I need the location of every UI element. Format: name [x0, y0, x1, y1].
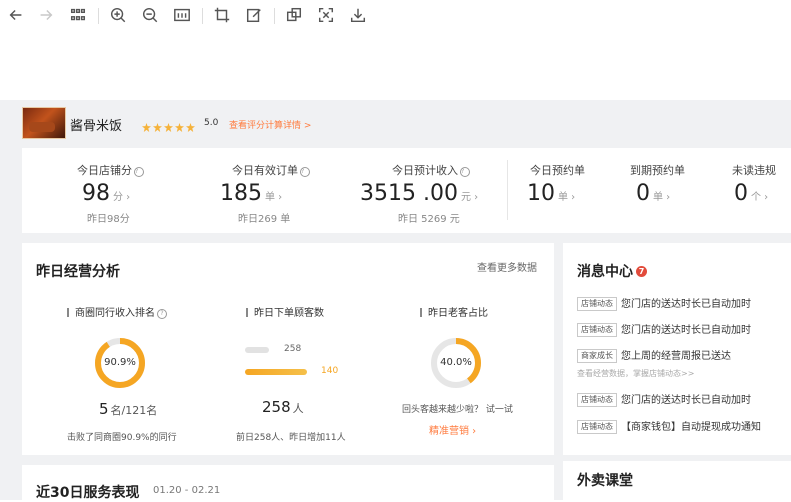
- help-icon[interactable]: ?: [300, 167, 310, 177]
- message-item[interactable]: 店铺动态 您门店的送达时长已自动加时: [577, 295, 751, 311]
- kpi-value-reservations[interactable]: 10 单 ›: [527, 181, 575, 206]
- rating-stars: [142, 117, 197, 132]
- fit-screen-icon[interactable]: [316, 6, 336, 26]
- message-tag: 店铺动态: [577, 420, 617, 434]
- message-center-card: 消息中心 7 店铺动态 您门店的送达时长已自动加时 店铺动态 您门店的送达时长已自动加…: [563, 243, 791, 455]
- kpi-label-reservations: 今日预约单: [530, 164, 585, 177]
- message-item[interactable]: 店铺动态 您门店的送达时长已自动加时: [577, 391, 751, 407]
- customers-bar-prev: [245, 347, 269, 353]
- kpi-sub-expected-income: 昨日 5269 元: [398, 214, 460, 225]
- precision-marketing-link[interactable]: 精准营销 ›: [429, 422, 476, 437]
- returning-note: 回头客越来越少啦？ 试一试: [402, 405, 513, 415]
- copy-icon[interactable]: [284, 6, 304, 26]
- course-title: 外卖课堂: [577, 473, 633, 489]
- service-card: 近30日服务表现 01.20 - 02.21: [22, 465, 554, 501]
- star-icon: [153, 123, 162, 132]
- back-arrow-icon[interactable]: [6, 6, 26, 26]
- message-item[interactable]: 店铺动态 【商家钱包】自动提现成功通知: [577, 418, 761, 434]
- returning-label: 昨日老客占比: [420, 304, 488, 319]
- returning-ring: 40.0%: [430, 337, 482, 389]
- kpi-label-due-reservations: 到期预约单: [630, 164, 685, 177]
- kpi-label-expected-income: 今日预计收入?: [392, 162, 470, 178]
- message-center-title: 消息中心 7: [577, 261, 647, 281]
- shop-thumbnail[interactable]: [22, 107, 66, 139]
- kpi-strip: 今日店铺分? 98 分 › 昨日98分 今日有效订单? 185 单 › 昨日269 …: [22, 148, 791, 233]
- toolbar-divider: [98, 8, 99, 24]
- kpi-label-valid-orders: 今日有效订单?: [232, 162, 310, 178]
- help-icon[interactable]: ?: [460, 167, 470, 177]
- kpi-sub-shop-score: 昨日98分: [87, 214, 130, 225]
- rank-note: 击败了同商圈90.9%的同行: [67, 433, 177, 443]
- rating-details-link[interactable]: 查看评分计算详情 >: [229, 118, 311, 131]
- service-date-range: 01.20 - 02.21: [153, 485, 221, 496]
- crop-icon[interactable]: [212, 6, 232, 26]
- kpi-value-unread-violations[interactable]: 0个 ›: [734, 181, 768, 206]
- message-tag: 店铺动态: [577, 297, 617, 311]
- message-item[interactable]: 店铺动态 您门店的送达时长已自动加时: [577, 321, 751, 337]
- zoom-out-icon[interactable]: [140, 6, 160, 26]
- message-item[interactable]: 商家成长 您上周的经营周报已送达: [577, 347, 731, 363]
- grid-icon[interactable]: [68, 6, 88, 26]
- toolbar-divider: [202, 8, 203, 24]
- more-data-link[interactable]: 查看更多数据: [477, 259, 537, 274]
- rating-score: 5.0: [204, 118, 219, 128]
- edit-icon[interactable]: [244, 6, 264, 26]
- toolbar-divider: [274, 8, 275, 24]
- star-icon: [142, 123, 151, 132]
- message-tag: 商家成长: [577, 349, 617, 363]
- forward-arrow-icon[interactable]: [36, 6, 56, 26]
- star-icon: [186, 123, 195, 132]
- customers-value: 258 人: [262, 398, 304, 416]
- star-icon: [175, 123, 184, 132]
- service-title: 近30日服务表现: [36, 485, 140, 501]
- message-tag: 店铺动态: [577, 393, 617, 407]
- message-note[interactable]: 查看经营数据，掌握店铺动态>>: [577, 368, 694, 379]
- customers-bar-curr: [245, 369, 307, 375]
- analysis-title: 昨日经营分析: [36, 264, 120, 280]
- actual-size-icon[interactable]: [172, 6, 192, 26]
- help-icon[interactable]: ?: [134, 167, 144, 177]
- help-icon[interactable]: ?: [157, 309, 167, 319]
- shop-header: 酱骨米饭 5.0 查看评分计算详情 >: [22, 104, 791, 142]
- rank-percent: 90.9%: [104, 357, 136, 368]
- zoom-in-icon[interactable]: [108, 6, 128, 26]
- star-icon: [164, 123, 173, 132]
- shop-name: 酱骨米饭: [70, 119, 123, 134]
- course-card: 外卖课堂: [563, 461, 791, 500]
- kpi-label-shop-score: 今日店铺分?: [77, 162, 144, 178]
- kpi-value-expected-income[interactable]: 3515 .00 元 ›: [360, 181, 478, 206]
- rank-value: 5 名/121名: [99, 400, 158, 418]
- customers-bar-prev-value: 258: [284, 344, 302, 354]
- analysis-card: 昨日经营分析 查看更多数据 商圈同行收入排名? 90.9% 5 名/121名 击败…: [22, 243, 554, 455]
- image-viewer-toolbar: [0, 0, 791, 32]
- kpi-label-unread-violations: 未读违规: [732, 164, 776, 177]
- message-tag: 店铺动态: [577, 323, 617, 337]
- customers-bar-curr-value: 140: [321, 366, 339, 376]
- kpi-value-valid-orders[interactable]: 185 单 ›: [220, 181, 282, 206]
- kpi-value-due-reservations[interactable]: 0单 ›: [636, 181, 670, 206]
- kpi-value-shop-score[interactable]: 98 分 ›: [82, 181, 130, 206]
- returning-percent: 40.0%: [440, 357, 472, 368]
- kpi-sub-valid-orders: 昨日269 单: [238, 214, 291, 225]
- customers-label: 昨日下单顾客数: [246, 304, 324, 319]
- rank-ring: 90.9%: [94, 337, 146, 389]
- kpi-divider: [507, 160, 508, 220]
- rank-label: 商圈同行收入排名?: [67, 304, 167, 319]
- customers-note: 前日258人、昨日增加11人: [236, 433, 346, 443]
- download-icon[interactable]: [348, 6, 368, 26]
- message-count-badge: 7: [636, 266, 647, 277]
